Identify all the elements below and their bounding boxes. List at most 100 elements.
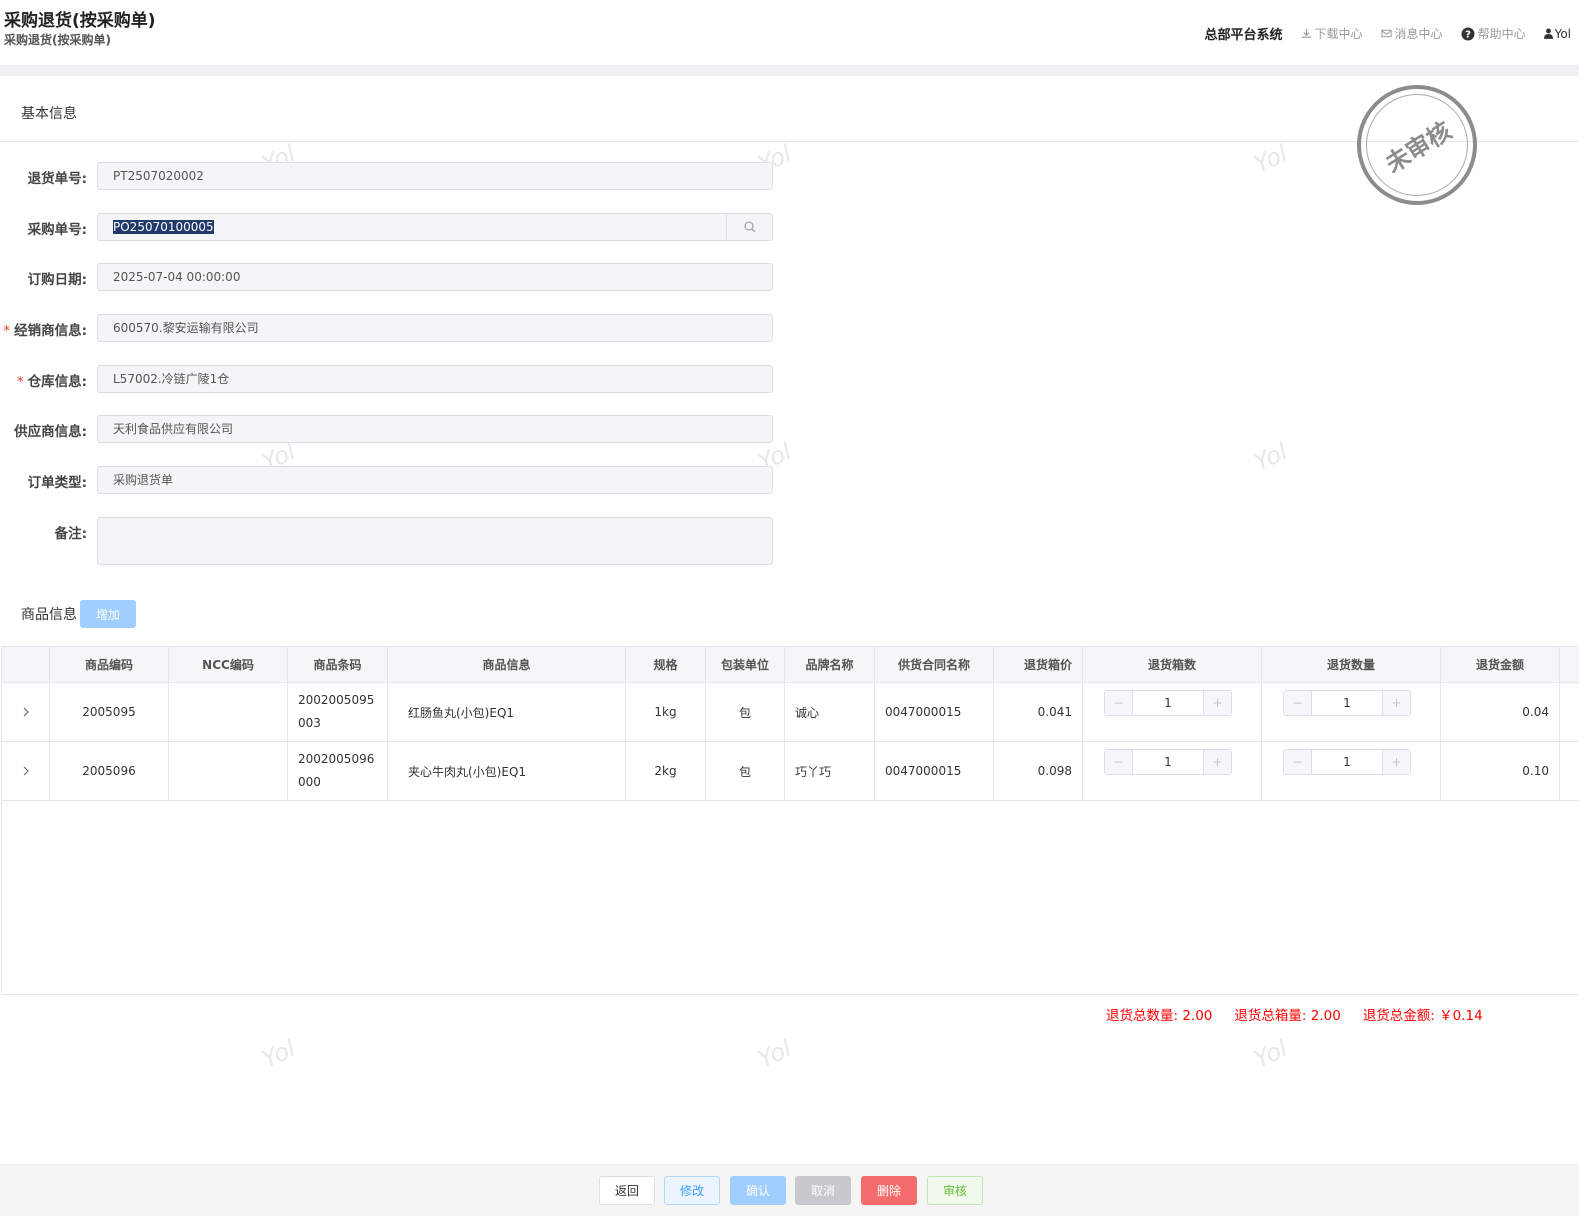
remark-label: 备注: bbox=[54, 526, 87, 542]
expand-row-button[interactable] bbox=[2, 683, 50, 741]
required-mark: * bbox=[16, 374, 24, 390]
contract-cell: 0047000015 bbox=[875, 742, 994, 800]
spec-cell: 2kg bbox=[626, 742, 706, 800]
watermark: Yol bbox=[257, 1034, 300, 1074]
increment-button[interactable]: + bbox=[1382, 750, 1410, 774]
edit-button[interactable]: 修改 bbox=[664, 1176, 720, 1205]
basic-info-title: 基本信息 bbox=[21, 106, 77, 122]
product-info-cell: 夹心牛肉丸(小包)EQ1 bbox=[388, 742, 626, 800]
table-row: 2005095 2002005095003 红肠鱼丸(小包)EQ1 1kg 包 … bbox=[2, 683, 1579, 742]
column-header: 商品条码 bbox=[288, 647, 388, 682]
table-header: 商品编码 NCC编码 商品条码 商品信息 规格 包装单位 品牌名称 供货合同名称… bbox=[2, 647, 1579, 683]
watermark: Yol bbox=[1249, 1034, 1292, 1074]
cancel-button[interactable]: 取消 bbox=[795, 1176, 851, 1205]
product-code-cell: 2005096 bbox=[50, 742, 169, 800]
column-header: 商品编码 bbox=[50, 647, 169, 682]
mail-icon bbox=[1380, 29, 1392, 38]
qty-stepper[interactable]: − 1 + bbox=[1283, 749, 1411, 775]
form-row-dealer: * 经销商信息: 600570.黎安运输有限公司 bbox=[0, 314, 780, 342]
column-header: 规格 bbox=[626, 647, 706, 682]
user-menu[interactable]: Yol bbox=[1543, 27, 1571, 41]
dealer-label: * 经销商信息: bbox=[3, 323, 87, 339]
goods-info-title: 商品信息 bbox=[21, 607, 77, 623]
po-no-value: PO25070100005 bbox=[113, 220, 214, 234]
user-icon bbox=[1543, 28, 1553, 39]
footer-action-bar: 返回 修改 确认 取消 删除 审核 bbox=[0, 1164, 1579, 1216]
unit-cell: 包 bbox=[706, 742, 785, 800]
form-row-order-date: 订购日期: 2025-07-04 00:00:00 bbox=[0, 263, 780, 291]
boxes-value[interactable]: 1 bbox=[1133, 691, 1203, 715]
brand-cell: 诚心 bbox=[785, 683, 875, 741]
boxes-stepper[interactable]: − 1 + bbox=[1104, 749, 1232, 775]
po-search-button[interactable] bbox=[726, 214, 772, 240]
dealer-field[interactable]: 600570.黎安运输有限公司 bbox=[97, 314, 773, 342]
decrement-button[interactable]: − bbox=[1284, 750, 1312, 774]
supplier-field[interactable]: 天利食品供应有限公司 bbox=[97, 415, 773, 443]
qty-stepper[interactable]: − 1 + bbox=[1283, 690, 1411, 716]
form-row-supplier: 供应商信息: 天利食品供应有限公司 bbox=[0, 415, 780, 443]
form-row-order-type: 订单类型: 采购退货单 bbox=[0, 466, 780, 494]
audit-button[interactable]: 审核 bbox=[927, 1176, 983, 1205]
decrement-button[interactable]: − bbox=[1105, 750, 1133, 774]
form-row-warehouse: * 仓库信息: L57002.冷链广陵1仓 bbox=[0, 365, 780, 393]
po-no-field[interactable]: PO25070100005 bbox=[97, 213, 773, 241]
search-icon bbox=[743, 221, 755, 233]
status-stamp: 未审核 bbox=[1357, 85, 1477, 205]
boxes-cell: − 1 + bbox=[1083, 742, 1262, 800]
page-subtitle: 采购退货(按采购单) bbox=[4, 33, 111, 47]
spec-cell: 1kg bbox=[626, 683, 706, 741]
column-header: 品牌名称 bbox=[785, 647, 875, 682]
download-center-link[interactable]: 下载中心 bbox=[1301, 25, 1363, 42]
warehouse-field[interactable]: L57002.冷链广陵1仓 bbox=[97, 365, 773, 393]
decrement-button[interactable]: − bbox=[1284, 691, 1312, 715]
help-icon: ? bbox=[1461, 27, 1475, 40]
return-no-label: 退货单号: bbox=[27, 171, 87, 187]
supplier-label: 供应商信息: bbox=[14, 424, 87, 440]
qty-value[interactable]: 1 bbox=[1312, 691, 1382, 715]
back-button[interactable]: 返回 bbox=[599, 1176, 655, 1205]
order-type-field[interactable]: 采购退货单 bbox=[97, 466, 773, 494]
boxes-value[interactable]: 1 bbox=[1133, 750, 1203, 774]
required-mark: * bbox=[3, 323, 11, 339]
product-info-cell: 红肠鱼丸(小包)EQ1 bbox=[388, 683, 626, 741]
help-center-label: 帮助中心 bbox=[1477, 27, 1526, 41]
column-header: 商品信息 bbox=[388, 647, 626, 682]
help-center-link[interactable]: ? 帮助中心 bbox=[1461, 25, 1526, 42]
boxes-stepper[interactable]: − 1 + bbox=[1104, 690, 1232, 716]
table-row: 2005096 2002005096000 夹心牛肉丸(小包)EQ1 2kg 包… bbox=[2, 742, 1579, 801]
expand-row-button[interactable] bbox=[2, 742, 50, 800]
page-title: 采购退货(按采购单) bbox=[4, 11, 156, 31]
order-date-label: 订购日期: bbox=[27, 272, 87, 288]
amount-cell: 0.04 bbox=[1441, 683, 1560, 741]
increment-button[interactable]: + bbox=[1203, 750, 1231, 774]
form-row-return-no: 退货单号: PT2507020002 bbox=[0, 162, 780, 190]
qty-cell: − 1 + bbox=[1262, 683, 1441, 741]
download-center-label: 下载中心 bbox=[1314, 27, 1363, 41]
decrement-button[interactable]: − bbox=[1105, 691, 1133, 715]
message-center-link[interactable]: 消息中心 bbox=[1380, 25, 1443, 42]
svg-text:?: ? bbox=[1465, 29, 1471, 40]
confirm-button[interactable]: 确认 bbox=[730, 1176, 786, 1205]
form-row-remark: 备注: bbox=[0, 517, 780, 565]
delete-button[interactable]: 删除 bbox=[861, 1176, 917, 1205]
top-bar: 采购退货(按采购单) 采购退货(按采购单) 总部平台系统 下载中心 消息中心 ?… bbox=[0, 0, 1579, 65]
order-date-field[interactable]: 2025-07-04 00:00:00 bbox=[97, 263, 773, 291]
box-price-cell: 0.098 bbox=[994, 742, 1083, 800]
chevron-right-icon bbox=[23, 707, 29, 717]
download-icon bbox=[1301, 28, 1311, 38]
total-boxes: 退货总箱量: 2.00 bbox=[1234, 1008, 1341, 1024]
expand-column-header bbox=[2, 647, 50, 682]
column-header: 供货合同名称 bbox=[875, 647, 994, 682]
increment-button[interactable]: + bbox=[1382, 691, 1410, 715]
order-type-label: 订单类型: bbox=[27, 475, 87, 491]
chevron-right-icon bbox=[23, 766, 29, 776]
return-no-field[interactable]: PT2507020002 bbox=[97, 162, 773, 190]
add-goods-button[interactable]: 增加 bbox=[80, 600, 136, 628]
increment-button[interactable]: + bbox=[1203, 691, 1231, 715]
warehouse-label: * 仓库信息: bbox=[16, 374, 87, 390]
barcode-cell: 2002005096000 bbox=[288, 742, 388, 800]
boxes-cell: − 1 + bbox=[1083, 683, 1262, 741]
qty-value[interactable]: 1 bbox=[1312, 750, 1382, 774]
remark-textarea[interactable] bbox=[97, 517, 773, 565]
stamp-text: 未审核 bbox=[1380, 116, 1457, 179]
